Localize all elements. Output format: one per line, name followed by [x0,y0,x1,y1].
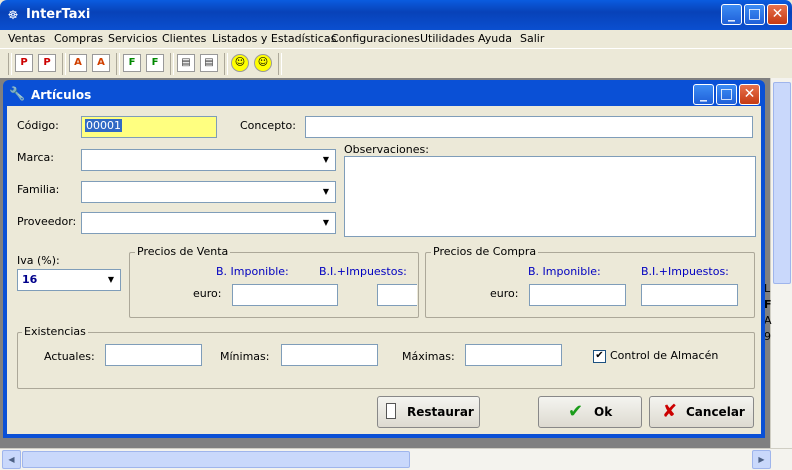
toolbar-articulos-search-button[interactable]: A [92,54,110,72]
wrench-icon: 🔧 [9,87,26,102]
actuales-label: Actuales: [44,350,95,363]
chevron-down-icon[interactable]: ▼ [318,214,334,232]
venta-euro-label: euro: [193,287,222,300]
toolbar-smiley-button[interactable]: ☺ [231,54,249,72]
iva-label: Iva (%): [17,254,60,267]
existencias-title: Existencias [22,325,88,338]
app-title: InterTaxi [26,7,91,22]
observaciones-textarea[interactable] [344,156,756,237]
familia-select[interactable]: ▼ [81,181,336,203]
compra-bi-impuestos-label: B.I.+Impuestos: [641,265,729,278]
precios-venta-title: Precios de Venta [135,245,231,258]
cancelar-label: Cancelar [686,405,745,419]
venta-base-imponible-label: B. Imponible: [216,265,289,278]
control-almacen-checkbox[interactable]: ✔ [593,350,606,363]
toolbar-list-search-button[interactable]: ▤ [200,54,218,72]
maximas-label: Máximas: [402,350,455,363]
dialog-title: Artículos [31,88,92,102]
concepto-input[interactable] [305,116,753,138]
precios-compra-title: Precios de Compra [431,245,539,258]
menu-salir[interactable]: Salir [520,32,544,45]
horizontal-scroll-thumb[interactable] [22,451,410,468]
document-icon [386,403,396,419]
codigo-value: 00001 [85,119,122,132]
menu-clientes[interactable]: Clientes [162,32,206,45]
toolbar-articulos-button[interactable]: A [69,54,87,72]
actuales-input[interactable] [105,344,202,366]
background-text: 9 [764,330,771,343]
background-text: F [764,298,772,311]
menu-ayuda[interactable]: Ayuda [478,32,512,45]
familia-label: Familia: [17,183,60,196]
compra-base-imponible-label: B. Imponible: [528,265,601,278]
proveedor-label: Proveedor: [17,215,77,228]
iva-value: 16 [22,273,38,286]
dialog-maximize-button[interactable]: □ [716,84,737,105]
taxi-icon: ☸ [7,8,19,22]
observaciones-label: Observaciones: [344,143,429,156]
venta-bi-impuestos-label: B.I.+Impuestos: [319,265,407,278]
toolbar-list-button[interactable]: ▤ [177,54,195,72]
toolbar-ventas-button[interactable]: P [15,54,33,72]
venta-base-imponible-input[interactable] [232,284,338,306]
toolbar-facturas-search-button[interactable]: F [146,54,164,72]
marca-label: Marca: [17,151,55,164]
menu-compras[interactable]: Compras [54,32,103,45]
chevron-down-icon[interactable]: ▼ [318,151,334,169]
chevron-down-icon[interactable]: ▼ [318,183,334,201]
codigo-input[interactable]: 00001 [81,116,217,138]
iva-select[interactable]: 16 ▼ [17,269,121,291]
toolbar-facturas-button[interactable]: F [123,54,141,72]
toolbar-separator [8,53,12,75]
menu-configuraciones[interactable]: Configuraciones [331,32,420,45]
menu-servicios[interactable]: Servicios [108,32,157,45]
restaurar-button[interactable]: Restaurar [377,396,480,428]
venta-bi-impuestos-input[interactable] [377,284,417,306]
app-titlebar: ☸ InterTaxi _ □ ✕ [0,0,792,30]
toolbar-separator [278,53,282,75]
restaurar-label: Restaurar [407,405,474,419]
menu-utilidades[interactable]: Utilidades [420,32,475,45]
maximize-button[interactable]: □ [744,4,765,25]
ok-button[interactable]: ✔ Ok [538,396,642,428]
toolbar: P P A A F F ▤ ▤ ☺ ☺ [0,48,792,80]
dialog-close-button[interactable]: ✕ [739,84,760,105]
close-button[interactable]: ✕ [767,4,788,25]
toolbar-separator [116,53,120,75]
minimize-button[interactable]: _ [721,4,742,25]
dialog-minimize-button[interactable]: _ [693,84,714,105]
vertical-scroll-thumb[interactable] [773,82,791,284]
toolbar-separator [224,53,228,75]
compra-bi-impuestos-input[interactable] [641,284,738,306]
compra-base-imponible-input[interactable] [529,284,626,306]
minimas-label: Mínimas: [220,350,270,363]
compra-euro-label: euro: [490,287,519,300]
toolbar-separator [62,53,66,75]
background-text: A [764,314,772,327]
concepto-label: Concepto: [240,119,296,132]
minimas-input[interactable] [281,344,378,366]
maximas-input[interactable] [465,344,562,366]
control-almacen-label: Control de Almacén [610,349,719,362]
toolbar-separator [170,53,174,75]
chevron-down-icon[interactable]: ▼ [103,271,119,289]
codigo-label: Código: [17,119,59,132]
toolbar-smiley-search-button[interactable]: ☺ [254,54,272,72]
ok-label: Ok [594,405,613,419]
marca-select[interactable]: ▼ [81,149,336,171]
x-icon: ✘ [662,401,678,422]
menu-ventas[interactable]: Ventas [8,32,45,45]
proveedor-select[interactable]: ▼ [81,212,336,234]
scroll-left-icon[interactable]: ◀ [2,450,21,469]
scroll-right-icon[interactable]: ▶ [752,450,771,469]
checkmark-icon: ✔ [568,401,584,422]
menu-listados[interactable]: Listados y Estadísticas [212,32,336,45]
toolbar-ventas-search-button[interactable]: P [38,54,56,72]
menu-bar: Ventas Compras Servicios Clientes Listad… [0,30,792,48]
cancelar-button[interactable]: ✘ Cancelar [649,396,754,428]
